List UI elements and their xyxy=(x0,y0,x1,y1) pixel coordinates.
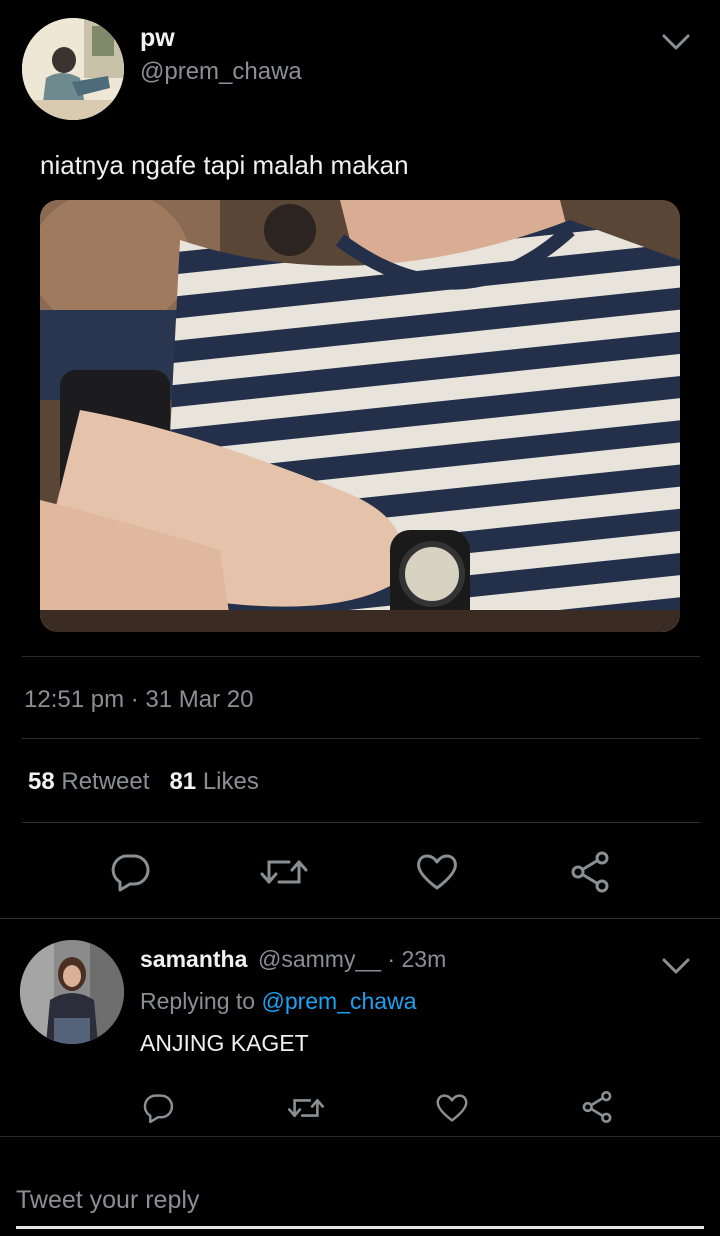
reply-time: 23m xyxy=(401,946,447,972)
tweet-header: pw @prem_chawa xyxy=(0,0,720,130)
reply-share-button[interactable] xyxy=(578,1088,616,1126)
replying-to: Replying to @prem_chawa xyxy=(140,988,417,1015)
reply-handle[interactable]: @sammy__ xyxy=(258,946,381,972)
share-icon xyxy=(582,1091,612,1123)
user-handle[interactable]: @prem_chawa xyxy=(140,58,302,86)
likes-count[interactable]: 81 xyxy=(169,768,196,795)
reply-button[interactable] xyxy=(106,848,154,896)
likes-label[interactable]: Likes xyxy=(203,768,259,795)
divider xyxy=(22,738,700,739)
divider xyxy=(22,656,700,657)
reply-text: ANJING KAGET xyxy=(140,1030,309,1056)
reply-display-name[interactable]: samantha xyxy=(140,946,247,973)
divider xyxy=(0,918,720,919)
reply-meta: @sammy__ · 23m xyxy=(258,946,446,973)
share-icon xyxy=(571,851,609,893)
input-underline xyxy=(16,1226,704,1229)
heart-icon xyxy=(436,1094,468,1122)
share-button[interactable] xyxy=(566,848,614,896)
reply-icon xyxy=(111,854,150,892)
replying-prefix: Replying to xyxy=(140,988,262,1014)
tweet-timestamp[interactable]: 12:51 pm · 31 Mar 20 xyxy=(24,686,253,714)
reply-avatar[interactable] xyxy=(20,940,124,1044)
meta-separator: · xyxy=(381,946,402,972)
chevron-down-icon[interactable] xyxy=(660,954,692,978)
divider xyxy=(0,1136,720,1137)
avatar[interactable] xyxy=(22,18,124,120)
reply-like-button[interactable] xyxy=(434,1090,470,1126)
retweet-button[interactable] xyxy=(258,848,310,896)
tweet-text: niatnya ngafe tapi malah makan xyxy=(40,150,409,180)
retweet-label[interactable]: Retweet xyxy=(61,768,149,795)
tweet-photo[interactable] xyxy=(40,200,680,632)
retweet-icon xyxy=(287,1099,325,1117)
reply-icon xyxy=(143,1094,174,1124)
replying-mention[interactable]: @prem_chawa xyxy=(261,988,416,1014)
like-button[interactable] xyxy=(414,848,460,896)
tweet-stats: 58 Retweet 81 Likes xyxy=(28,768,259,796)
heart-icon xyxy=(417,854,457,890)
reply-input[interactable]: Tweet your reply xyxy=(16,1186,199,1215)
retweet-count[interactable]: 58 xyxy=(28,768,55,795)
reply-retweet-button[interactable] xyxy=(286,1090,326,1126)
divider xyxy=(22,822,700,823)
chevron-down-icon[interactable] xyxy=(660,30,692,54)
display-name[interactable]: pw xyxy=(140,24,175,53)
reply-reply-button[interactable] xyxy=(140,1090,176,1126)
retweet-icon xyxy=(260,860,308,884)
